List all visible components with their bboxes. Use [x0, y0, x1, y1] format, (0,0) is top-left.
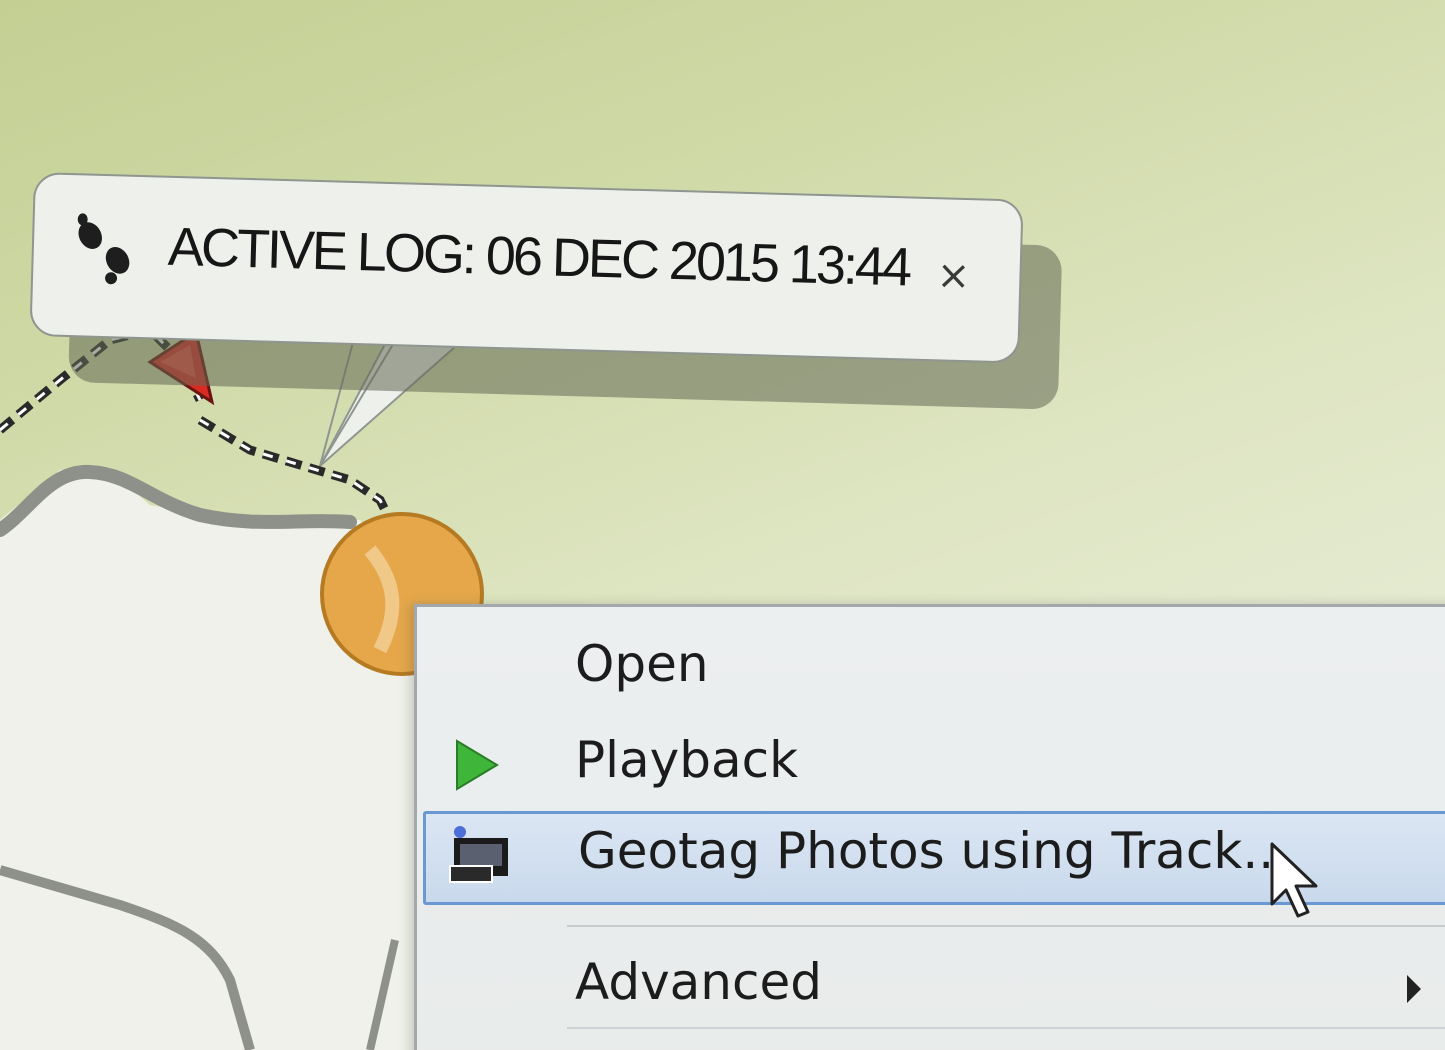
mouse-pointer-icon	[1270, 842, 1318, 918]
menu-separator	[567, 925, 1445, 927]
close-icon[interactable]: ×	[933, 252, 974, 299]
track-tooltip: ACTIVE LOG: 06 DEC 2015 13:44 ×	[29, 172, 1024, 364]
camera-photo-icon	[449, 826, 508, 883]
menu-item-label: Open	[575, 635, 709, 693]
menu-item-label: Advanced	[575, 953, 822, 1011]
menu-item-playback[interactable]: Playback	[417, 721, 1445, 813]
footprints-icon	[77, 213, 130, 285]
menu-separator	[567, 1027, 1445, 1029]
submenu-arrow-icon	[1407, 975, 1421, 1003]
context-menu: Open Playback Geotag Photos using Track.…	[414, 604, 1445, 1050]
menu-item-label: Playback	[575, 731, 799, 789]
menu-item-advanced[interactable]: Advanced	[417, 943, 1445, 1035]
menu-item-label: Geotag Photos using Track...	[578, 822, 1291, 880]
map-canvas[interactable]: ACTIVE LOG: 06 DEC 2015 13:44 × Open Pla…	[0, 0, 1445, 1050]
play-icon	[456, 739, 499, 791]
tooltip-title: ACTIVE LOG: 06 DEC 2015 13:44	[167, 216, 910, 298]
menu-item-open[interactable]: Open	[417, 625, 1445, 717]
